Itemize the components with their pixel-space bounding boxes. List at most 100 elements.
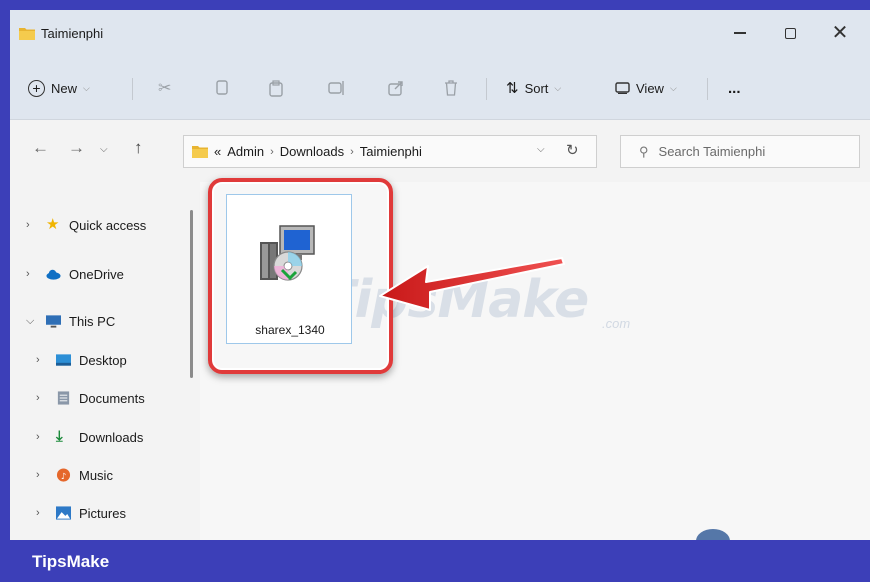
more-options-button[interactable]: ... [728,76,741,100]
highlight-box [208,178,393,374]
star-icon: ★ [46,216,60,233]
more-options-label: ... [728,79,741,97]
share-button[interactable] [388,76,405,100]
divider [707,78,708,100]
sidebar-item-label: Desktop [79,352,127,368]
chevron-down-icon: ⌵ [554,82,562,93]
close-button[interactable]: ✕ [817,18,863,48]
frame-left-border [0,0,10,540]
sort-icon: ⇅ [506,80,519,97]
search-input[interactable]: ⚲ Search Taimienphi [620,135,860,168]
address-overflow[interactable]: « [214,144,221,159]
sidebar-scrollbar[interactable] [190,210,193,378]
copy-button[interactable] [215,76,229,100]
file-list: TipsMake .com sharex_1340 [200,178,870,540]
chevron-right-icon: › [270,145,274,158]
recent-chevron-icon[interactable]: ⌵ [100,144,108,155]
sidebar-item-quick-access[interactable]: › ★ Quick access [26,214,146,236]
command-bar: + New ⌵ ✂ ⇅ Sort ⌵ View ⌵ ... [10,56,870,120]
chevron-right-icon[interactable]: › [26,219,46,231]
sidebar-item-documents[interactable]: › Documents [36,387,145,409]
breadcrumb-taimienphi[interactable]: Taimienphi [360,144,422,159]
rename-icon [328,81,344,95]
red-arrow-icon [379,257,565,311]
sidebar-item-onedrive[interactable]: › OneDrive [26,263,124,285]
sort-button[interactable]: ⇅ Sort ⌵ [506,76,561,100]
back-arrow-icon[interactable]: ← [32,138,49,158]
paste-icon [269,79,283,97]
search-icon: ⚲ [639,143,649,159]
minimize-button[interactable] [717,18,763,48]
chevron-right-icon[interactable]: › [36,431,56,443]
chevron-right-icon[interactable]: › [36,469,56,481]
music-icon: ♪ [56,468,71,482]
chevron-right-icon[interactable]: › [26,268,46,280]
sidebar-item-label: This PC [69,313,116,329]
scissors-icon: ✂ [158,80,172,97]
breadcrumb-admin[interactable]: Admin [227,144,264,159]
desktop-icon [56,354,71,366]
view-icon [615,82,630,94]
footer-brand: TipsMake [32,552,110,571]
refresh-icon[interactable]: ↻ [566,141,579,159]
sidebar-item-label: Documents [79,390,145,406]
chevron-right-icon[interactable]: › [36,392,56,404]
new-label: New [51,80,78,96]
chevron-down-icon[interactable]: ⌵ [26,315,46,328]
download-icon: ⤓ [56,428,63,445]
chevron-right-icon[interactable]: › [36,354,56,366]
address-bar[interactable]: « Admin › Downloads › Taimienphi ⌵ ↻ [183,135,597,168]
address-dropdown-icon[interactable]: ⌵ [537,144,545,155]
share-icon [388,81,403,96]
close-icon: ✕ [831,22,849,44]
sidebar-item-desktop[interactable]: › Desktop [36,349,127,371]
footer-banner: TipsMake [0,540,870,582]
file-explorer-window: Taimienphi ✕ + New ⌵ ✂ ⇅ Sort ⌵ View ⌵ .… [10,10,870,540]
maximize-button[interactable] [767,18,813,48]
chevron-down-icon: ⌵ [83,82,90,93]
sidebar-item-downloads[interactable]: › ⤓ Downloads [36,426,143,448]
minimize-icon [734,32,746,34]
chevron-right-icon: › [350,145,354,158]
folder-icon [19,28,35,40]
view-button[interactable]: View ⌵ [615,76,677,100]
trash-icon [445,80,457,96]
sidebar-item-label: Music [79,467,113,483]
window-title: Taimienphi [41,26,104,41]
new-button[interactable]: + New ⌵ [28,76,90,100]
chevron-right-icon[interactable]: › [36,507,56,519]
sidebar-item-music[interactable]: › ♪ Music [36,464,113,486]
paste-button[interactable] [268,76,284,100]
plus-icon: + [28,79,45,97]
folder-icon [192,145,208,158]
maximize-icon [784,27,796,39]
copy-icon [216,80,228,95]
forward-arrow-icon[interactable]: → [68,138,85,158]
sidebar-item-label: Downloads [79,429,144,445]
sidebar-item-label: Quick access [69,217,147,233]
frame-top-border [0,0,870,10]
divider [486,78,487,100]
sidebar-item-this-pc[interactable]: ⌵ This PC [26,310,115,332]
sidebar-item-label: OneDrive [69,266,124,282]
sort-label: Sort [524,80,549,96]
cloud-icon [46,269,61,280]
rename-button[interactable] [328,76,346,100]
documents-icon [57,391,70,405]
search-placeholder: Search Taimienphi [658,144,766,159]
up-arrow-icon[interactable]: ↑ [134,138,143,158]
address-row: ← → ⌵ ↑ « Admin › Downloads › Taimienphi… [10,120,870,182]
delete-button[interactable] [444,76,458,100]
watermark-suffix: .com [602,316,631,331]
view-label: View [636,80,664,96]
sidebar-item-label: Pictures [79,505,126,521]
breadcrumb-downloads[interactable]: Downloads [280,144,344,159]
navigation-pane: › ★ Quick access › OneDrive ⌵ This PC › … [10,182,188,540]
cut-button[interactable]: ✂ [158,76,171,100]
title-bar: Taimienphi ✕ [10,10,870,56]
monitor-icon [46,315,61,328]
divider [132,78,133,100]
sidebar-item-pictures[interactable]: › Pictures [36,502,126,524]
pictures-icon [56,506,71,520]
svg-text:♪: ♪ [61,471,66,481]
